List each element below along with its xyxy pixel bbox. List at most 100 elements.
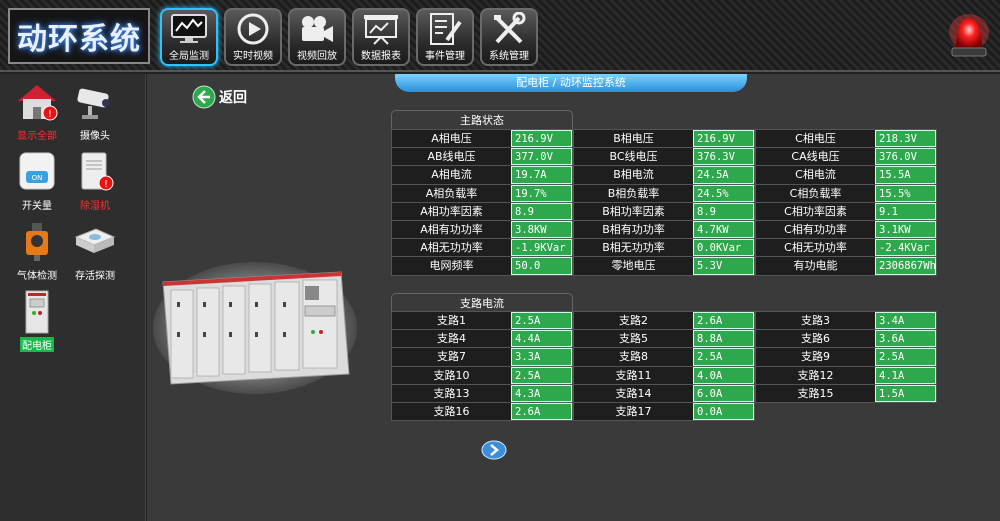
metric-label: A相电流 <box>391 166 511 184</box>
table-cell: A相无功功率 -1.9KVar <box>391 239 573 258</box>
metric-value: 2.5A <box>511 312 572 330</box>
table-cell: BC线电压 376.3V <box>573 148 755 167</box>
back-button[interactable]: 返回 <box>192 85 247 109</box>
metric-label: 支路2 <box>573 312 693 330</box>
nav-label: 视频回放 <box>297 51 337 62</box>
nav-data-report-button[interactable]: 数据报表 <box>352 8 410 66</box>
table-cell: 支路10 2.5A <box>391 366 573 385</box>
metric-label: 支路5 <box>573 330 693 348</box>
device-sidebar: ! 显示全部 摄像头 ON 开关量 ! 除湿机 气体检测 存活探测 配电柜 <box>0 74 146 521</box>
nav-label: 全局监测 <box>169 51 209 62</box>
table-row: 电网频率 50.0 零地电压 5.3V 有功电能 2306867Wh <box>391 257 937 276</box>
app-logo: 动环系统 <box>8 8 150 64</box>
next-arrow-icon <box>481 440 507 460</box>
table-cell: 支路3 3.4A <box>755 312 937 331</box>
sidebar-item-switch[interactable]: ON 开关量 <box>5 149 69 215</box>
sidebar-item-gas-detection[interactable]: 气体检测 <box>5 219 69 285</box>
sidebar-item-power-cabinet[interactable]: 配电柜 <box>5 289 69 355</box>
table-cell: 支路7 3.3A <box>391 348 573 367</box>
metric-value: 376.3V <box>693 148 754 166</box>
nav-system-management-button[interactable]: 系统管理 <box>480 8 538 66</box>
table-cell: B相电压 216.9V <box>573 130 755 149</box>
table-cell: 支路13 4.3A <box>391 384 573 403</box>
table-cell: A相负载率 19.7% <box>391 184 573 203</box>
table-row: A相电压 216.9V B相电压 216.9V C相电压 218.3V <box>391 130 937 149</box>
metric-value: 5.3V <box>693 257 754 275</box>
sidebar-item-label: 配电柜 <box>20 337 54 352</box>
sidebar-item-label: 摄像头 <box>80 131 110 142</box>
metric-label: C相无功功率 <box>755 239 875 257</box>
table-row: A相无功功率 -1.9KVar B相无功功率 0.0KVar C相无功功率 -2.4KVa… <box>391 239 937 258</box>
power-cabinet-illustration <box>153 262 357 394</box>
metric-label: C相电压 <box>755 130 875 148</box>
table-cell: B相有功功率 4.7KW <box>573 220 755 240</box>
table-row: AB线电压 377.0V BC线电压 376.3V CA线电压 376.0V <box>391 148 937 167</box>
nav-label: 数据报表 <box>361 51 401 62</box>
metric-label: C相功率因素 <box>755 202 875 220</box>
metric-value: 218.3V <box>875 130 936 148</box>
sidebar-item-label: 气体检测 <box>17 271 57 282</box>
table-cell: 支路1 2.5A <box>391 312 573 331</box>
sidebar-item-camera[interactable]: 摄像头 <box>63 79 127 145</box>
metric-label: AB线电压 <box>391 148 511 166</box>
metric-value: 377.0V <box>511 148 572 166</box>
metric-label: C相电流 <box>755 166 875 184</box>
table-cell: 支路6 3.6A <box>755 330 937 349</box>
nav-label: 实时视频 <box>233 51 273 62</box>
table-row: 支路7 3.3A 支路8 2.5A 支路9 2.5A <box>391 348 937 367</box>
metric-value: -1.9KVar <box>511 239 572 257</box>
metric-label: A相电压 <box>391 130 511 148</box>
metric-label: 支路16 <box>391 402 511 421</box>
nav-live-video-button[interactable]: 实时视频 <box>224 8 282 66</box>
power-cabinet-icon <box>25 290 49 334</box>
metric-label: A相负载率 <box>391 184 511 202</box>
switch-on-icon: ON <box>19 152 55 190</box>
table-cell: B相无功功率 0.0KVar <box>573 239 755 258</box>
sidebar-item-show-all[interactable]: ! 显示全部 <box>5 79 69 145</box>
nav-video-playback-button[interactable]: 视频回放 <box>288 8 346 66</box>
metric-label: 支路13 <box>391 384 511 402</box>
metric-label: A相无功功率 <box>391 239 511 257</box>
metric-value: 376.0V <box>875 148 936 166</box>
metric-label: 支路1 <box>391 312 511 330</box>
sidebar-item-presence-detection[interactable]: 存活探测 <box>63 219 127 285</box>
metric-label: 支路12 <box>755 366 875 384</box>
metric-label: B相有功功率 <box>573 220 693 239</box>
table-cell: 有功电能 2306867Wh <box>755 257 937 276</box>
sidebar-item-label: 开关量 <box>22 201 52 212</box>
table-cell: B相电流 24.5A <box>573 166 755 185</box>
metric-label: 支路7 <box>391 348 511 366</box>
metric-value: 3.6A <box>875 330 936 348</box>
metric-value: 24.5A <box>693 166 754 184</box>
metric-label: 支路11 <box>573 366 693 384</box>
metric-value: 24.5% <box>693 184 754 202</box>
next-page-button[interactable] <box>481 440 507 460</box>
metric-label: B相无功功率 <box>573 239 693 257</box>
metric-label: B相电压 <box>573 130 693 148</box>
nav-event-management-button[interactable]: 事件管理 <box>416 8 474 66</box>
metric-label: 有功电能 <box>755 257 875 275</box>
metric-value: 15.5% <box>875 184 936 202</box>
table-cell: C相功率因素 9.1 <box>755 202 937 221</box>
branch-current-table: 支路1 2.5A 支路2 2.6A 支路3 3.4A 支路4 4.4A 支路5 8.8A 支路6 3.… <box>391 311 937 422</box>
table-row: A相功率因素 8.9 B相功率因素 8.9 C相功率因素 9.1 <box>391 202 937 221</box>
metric-label: 支路9 <box>755 348 875 366</box>
metric-value: 216.9V <box>511 130 572 148</box>
nav-global-monitor-button[interactable]: 全局监测 <box>160 8 218 66</box>
metric-label: B相功率因素 <box>573 202 693 220</box>
sidebar-item-dehumidifier[interactable]: ! 除湿机 <box>63 149 127 215</box>
back-arrow-icon <box>192 85 216 109</box>
table-row: A相电流 19.7A B相电流 24.5A C相电流 15.5A <box>391 166 937 185</box>
metric-label: A相功率因素 <box>391 202 511 220</box>
branch-current-title: 支路电流 <box>391 293 573 313</box>
metric-value: 8.8A <box>693 330 754 348</box>
monitor-chart-icon <box>169 11 209 47</box>
alarm-siren-icon[interactable] <box>946 8 992 64</box>
table-row: 支路16 2.6A 支路17 0.0A <box>391 402 937 422</box>
metric-value: 8.9 <box>693 202 754 220</box>
app-logo-text: 动环系统 <box>17 22 141 57</box>
table-cell: B相功率因素 8.9 <box>573 202 755 221</box>
metric-value: 6.0A <box>693 384 754 402</box>
metric-value: 0.0A <box>693 402 754 421</box>
table-row: 支路4 4.4A 支路5 8.8A 支路6 3.6A <box>391 330 937 349</box>
